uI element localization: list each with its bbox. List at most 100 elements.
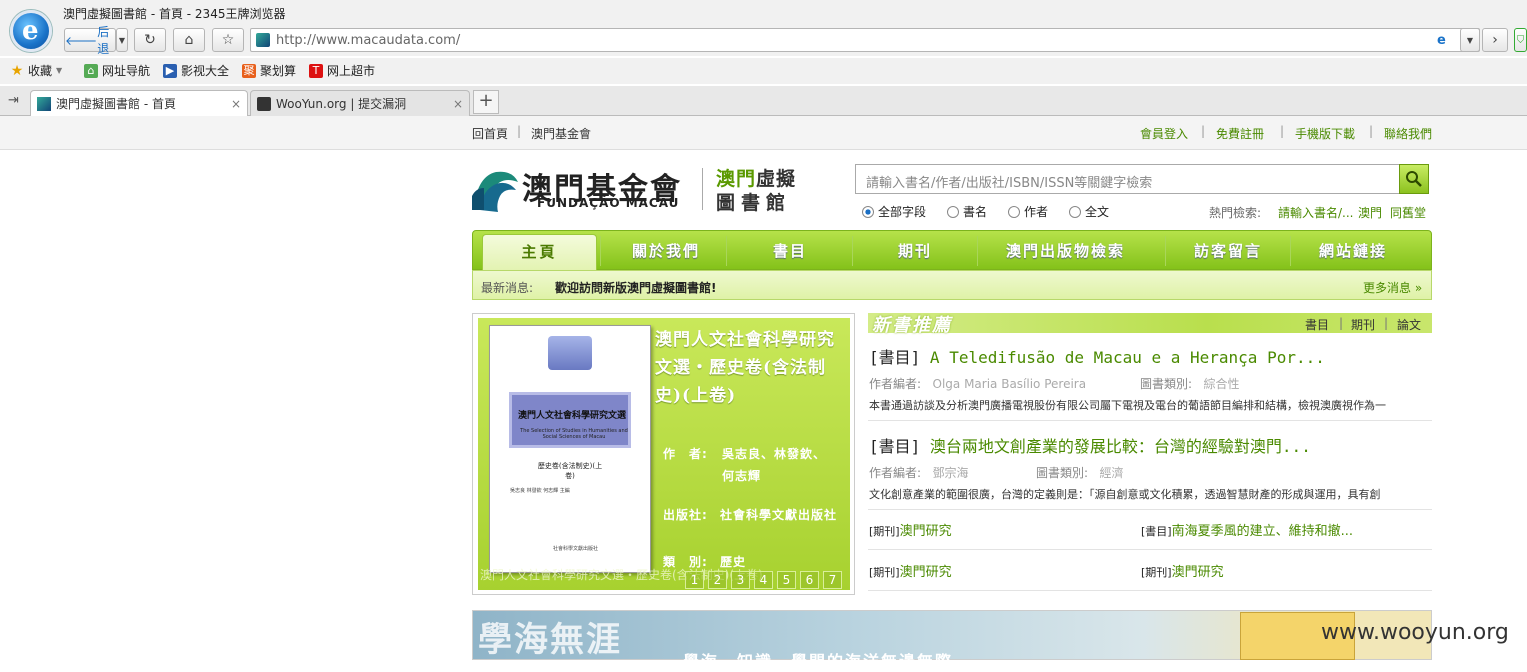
forward-button[interactable]: › — [1482, 28, 1508, 52]
house-icon: ⌂ — [84, 63, 98, 78]
record-tag: [書目] — [869, 348, 921, 367]
featured-authors-2: 何志輝 — [722, 469, 762, 483]
hot-search-term[interactable]: 同舊堂 — [1390, 204, 1426, 221]
item-title: 澳門研究 — [1171, 565, 1224, 580]
ju-icon: 聚 — [242, 63, 256, 78]
slide-page-button[interactable]: 2 — [708, 571, 727, 589]
menu-item-home[interactable]: 主頁 — [482, 234, 597, 270]
category-value: 綜合性 — [1203, 377, 1240, 391]
reload-button[interactable]: ↻ — [134, 28, 166, 52]
address-dropdown-button[interactable]: ▼ — [1460, 28, 1480, 52]
author-label: 作者編者: — [869, 377, 922, 391]
foundation-logo-icon[interactable] — [472, 166, 520, 212]
hot-search-term[interactable]: 請輸入書名/... — [1278, 204, 1354, 221]
tab-catalog[interactable]: 書目 — [1305, 316, 1329, 333]
menu-item-catalog[interactable]: 書目 — [773, 240, 807, 261]
radio-all-fields[interactable]: 全部字段 — [862, 203, 926, 220]
record-title-link[interactable]: [書目] A Teledifusão de Macau e a Herança … — [869, 344, 1325, 368]
bookmark-juhuasuan[interactable]: 聚聚划算 — [242, 62, 296, 79]
menu-item-about[interactable]: 關於我們 — [632, 240, 700, 261]
category-label: 圖書類別: — [1036, 466, 1089, 480]
logo-subtitle: FUNDAÇÃO MACAU — [537, 196, 680, 210]
menu-item-publication-search[interactable]: 澳門出版物檢索 — [1006, 240, 1125, 261]
news-label: 最新消息: — [481, 281, 534, 295]
logo-divider — [702, 168, 703, 210]
home-icon: ⌂ — [184, 32, 194, 48]
featured-title[interactable]: 澳門人文社會科學研究文選・歷史卷(含法制史)(上卷) — [655, 326, 845, 410]
slide-page-button[interactable]: 7 — [823, 571, 842, 589]
divider: | — [1339, 316, 1344, 330]
tab-periodicals[interactable]: 期刊 — [1351, 316, 1375, 333]
menu-item-periodicals[interactable]: 期刊 — [898, 240, 932, 261]
menu-divider — [852, 236, 853, 266]
star-icon: ☆ — [221, 32, 235, 48]
radio-selected-icon — [862, 205, 874, 218]
slide-page-button[interactable]: 6 — [800, 571, 819, 589]
search-icon — [1406, 171, 1422, 187]
item-tag: [期刊] — [1141, 566, 1172, 579]
link-foundation[interactable]: 澳門基金會 — [531, 125, 591, 142]
tab-wooyun[interactable]: WooYun.org | 提交漏洞 × — [250, 90, 470, 116]
home-button[interactable]: ⌂ — [173, 28, 205, 52]
browser-logo-icon[interactable]: e — [10, 10, 52, 52]
hot-search-term[interactable]: 澳門 — [1358, 204, 1382, 221]
film-icon: ▶ — [163, 63, 177, 78]
item-tag: [期刊] — [869, 525, 900, 538]
menu-item-guestbook[interactable]: 訪客留言 — [1194, 240, 1262, 261]
new-books-header — [868, 313, 1432, 333]
list-item[interactable]: [期刊]澳門研究 — [1141, 561, 1224, 580]
link-mobile-download[interactable]: 手機版下載 — [1295, 125, 1355, 142]
bookmark-favorites[interactable]: ★ 收藏 ▼ — [10, 62, 62, 79]
sidebar-toggle-icon[interactable]: ⇥ — [8, 93, 19, 108]
featured-author-label: 作 者: — [663, 447, 708, 461]
menu-item-links[interactable]: 網站鏈接 — [1319, 240, 1387, 261]
slide-page-button[interactable]: 1 — [685, 571, 704, 589]
back-dropdown-button[interactable]: ▼ — [116, 28, 128, 52]
list-item[interactable]: [期刊]澳門研究 — [869, 520, 952, 539]
menu-divider — [726, 236, 727, 266]
radio-label: 作者 — [1024, 205, 1049, 219]
list-item[interactable]: [書目]南海夏季風的建立、維持和撤... — [1141, 520, 1353, 539]
record-title-link[interactable]: [書目] 澳台兩地文創產業的發展比較：台灣的經驗對澳門... — [869, 433, 1311, 457]
news-headline[interactable]: 歡迎訪問新版澳門虛擬圖書館! — [555, 279, 716, 296]
more-news-link[interactable]: 更多消息 » — [1363, 279, 1422, 296]
radio-fulltext[interactable]: 全文 — [1069, 203, 1109, 220]
list-item[interactable]: [期刊]澳門研究 — [869, 561, 952, 580]
close-icon[interactable]: × — [453, 97, 463, 111]
link-register[interactable]: 免費註冊 — [1216, 125, 1264, 142]
tab-papers[interactable]: 論文 — [1397, 316, 1421, 333]
record-title: 澳台兩地文創產業的發展比較：台灣的經驗對澳門... — [929, 437, 1311, 456]
link-login[interactable]: 會員登入 — [1140, 125, 1188, 142]
item-tag: [期刊] — [869, 566, 900, 579]
slide-page-button[interactable]: 4 — [754, 571, 773, 589]
link-contact[interactable]: 聯絡我們 — [1384, 125, 1432, 142]
url-text[interactable]: http://www.macaudata.com/ — [276, 33, 460, 48]
library-name-part: 虛擬 — [756, 168, 797, 190]
menu-divider — [1290, 236, 1291, 266]
radio-icon — [1069, 205, 1081, 218]
back-label: 后退 — [97, 25, 110, 56]
slide-page-button[interactable]: 5 — [777, 571, 796, 589]
divider — [868, 509, 1432, 510]
watermark: www.wooyun.org — [1321, 620, 1509, 645]
menu-divider — [1165, 236, 1166, 266]
security-shield-icon[interactable]: ⛉ — [1514, 28, 1527, 52]
favorite-button[interactable]: ☆ — [212, 28, 244, 52]
search-button[interactable] — [1399, 164, 1429, 194]
new-tab-button[interactable]: + — [473, 90, 499, 114]
back-button[interactable]: 🡐 后退 — [64, 25, 116, 56]
author-value: Olga Maria Basílio Pereira — [932, 377, 1087, 391]
ie-mode-icon[interactable]: e — [1437, 33, 1446, 48]
radio-author[interactable]: 作者 — [1008, 203, 1048, 220]
bookmark-supermarket[interactable]: T 网上超市 — [309, 62, 375, 79]
bookmark-nav[interactable]: ⌂ 网址导航 — [84, 62, 150, 79]
link-home[interactable]: 回首頁 — [472, 125, 508, 142]
bookmark-video[interactable]: ▶ 影视大全 — [163, 62, 229, 79]
close-icon[interactable]: × — [231, 97, 241, 111]
radio-title[interactable]: 書名 — [947, 203, 987, 220]
featured-publisher: 社會科學文獻出版社 — [720, 508, 838, 522]
tab-macaudata[interactable]: 澳門虛擬圖書館 - 首頁 × — [30, 90, 248, 116]
divider: | — [1384, 316, 1389, 330]
slide-page-button[interactable]: 3 — [731, 571, 750, 589]
item-title: 南海夏季風的建立、維持和撤... — [1171, 524, 1353, 539]
